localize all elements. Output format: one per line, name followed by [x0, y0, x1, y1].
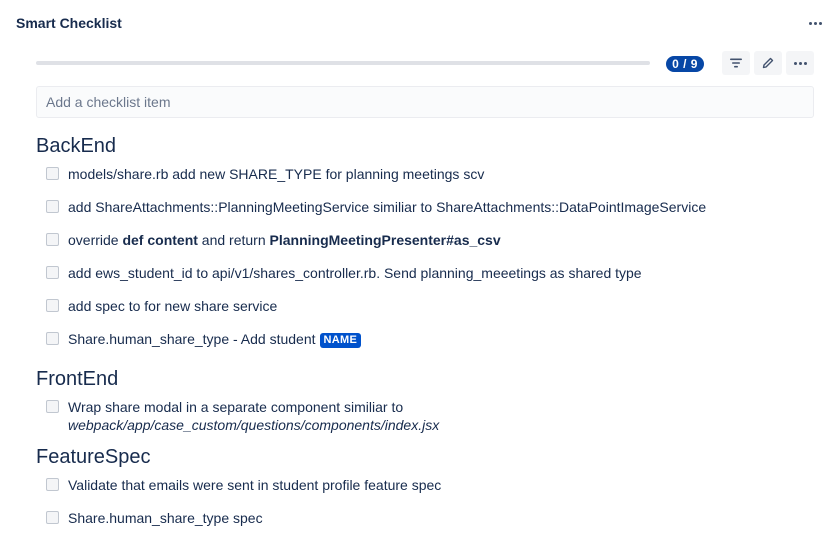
item-text: add ShareAttachments::PlanningMeetingSer… — [68, 199, 707, 215]
item-text: add spec to for new share service — [68, 298, 278, 314]
section-heading-backend: BackEnd — [36, 135, 117, 157]
item-checkbox[interactable] — [46, 233, 59, 246]
item-bold-text: PlanningMeetingPresenter#as_csv — [269, 232, 501, 248]
panel-more-button[interactable] — [804, 12, 826, 34]
progress-bar — [36, 61, 650, 65]
item-text: Validate that emails were sent in studen… — [68, 477, 442, 493]
item-text: Wrap share modal in a separate component… — [68, 399, 440, 433]
toolbar-more-button[interactable] — [786, 51, 814, 75]
checklist-item: override def content and return Planning… — [46, 231, 501, 249]
checklist-item: models/share.rb add new SHARE_TYPE for p… — [46, 165, 484, 183]
add-checklist-item-input[interactable] — [36, 86, 814, 118]
item-checkbox[interactable] — [46, 400, 59, 413]
filter-button[interactable] — [722, 51, 750, 75]
checklist-item: Wrap share modal in a separate component… — [46, 398, 439, 434]
name-lozenge: NAME — [319, 333, 362, 348]
item-text: add ews_student_id to api/v1/shares_cont… — [68, 265, 642, 281]
checklist-item: add ews_student_id to api/v1/shares_cont… — [46, 264, 642, 282]
section-heading-frontend: FrontEnd — [36, 368, 119, 390]
checklist-item: Share.human_share_type spec — [46, 509, 263, 527]
item-checkbox[interactable] — [46, 332, 59, 345]
item-path-text: webpack/app/case_custom/questions/compon… — [68, 417, 440, 433]
item-checkbox[interactable] — [46, 299, 59, 312]
pencil-icon — [762, 57, 774, 69]
item-checkbox[interactable] — [46, 200, 59, 213]
progress-count-badge: 0 / 9 — [666, 56, 704, 72]
item-checkbox[interactable] — [46, 266, 59, 279]
filter-icon — [730, 58, 742, 68]
panel-title: Smart Checklist — [16, 15, 122, 31]
checklist-item: Validate that emails were sent in studen… — [46, 476, 441, 494]
item-text: Share.human_share_type spec — [68, 510, 263, 526]
more-horizontal-icon — [808, 21, 822, 25]
item-text: models/share.rb add new SHARE_TYPE for p… — [68, 166, 485, 182]
item-checkbox[interactable] — [46, 478, 59, 491]
section-heading-featurespec: FeatureSpec — [36, 446, 151, 468]
item-bold-text: def content — [122, 232, 198, 248]
checklist-item: add ShareAttachments::PlanningMeetingSer… — [46, 198, 706, 216]
edit-button[interactable] — [754, 51, 782, 75]
checklist-item: Share.human_share_type - Add student NAME — [46, 330, 362, 348]
item-text: Share.human_share_type - Add student NAME — [68, 330, 362, 348]
item-checkbox[interactable] — [46, 167, 59, 180]
checklist-item: add spec to for new share service — [46, 297, 277, 315]
more-horizontal-icon — [793, 61, 807, 65]
item-checkbox[interactable] — [46, 511, 59, 524]
item-text: override def content and return Planning… — [68, 232, 501, 248]
